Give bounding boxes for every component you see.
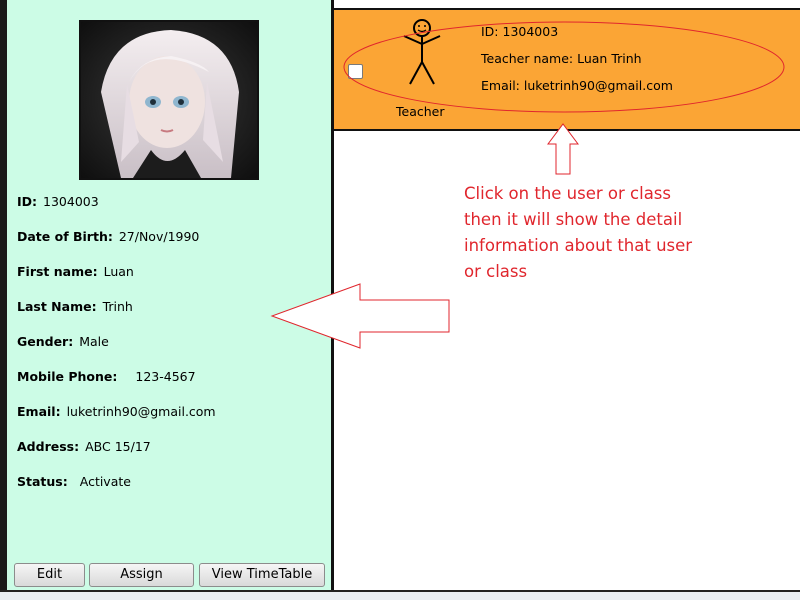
left-arrow-icon bbox=[270, 283, 450, 349]
annotation-overlay bbox=[270, 21, 785, 349]
up-arrow-icon bbox=[547, 123, 579, 175]
window-bottom-edge bbox=[0, 590, 800, 600]
annotation-text: Click on the user or class then it will … bbox=[464, 184, 693, 281]
highlight-ellipse bbox=[343, 21, 785, 113]
